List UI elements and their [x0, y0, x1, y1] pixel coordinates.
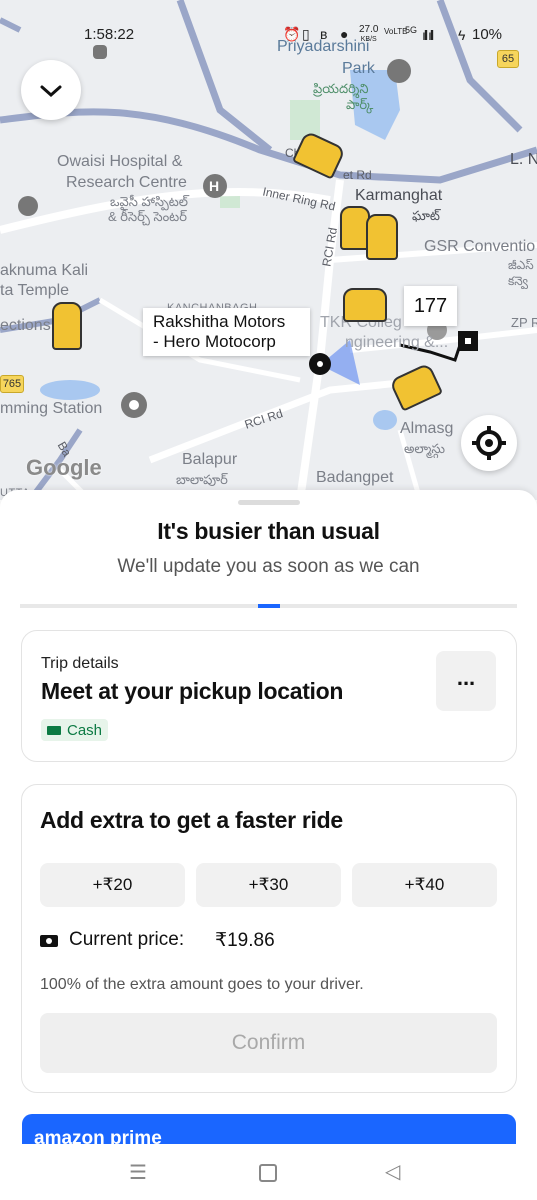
map-label-owaisi: Owaisi Hospital &: [57, 153, 183, 170]
app-notification-icon: [93, 45, 107, 59]
trip-status-sheet: It's busier than usual We'll update you …: [0, 490, 537, 1200]
payment-method: Cash: [67, 721, 103, 739]
back-icon[interactable]: ◁: [385, 1159, 400, 1184]
auto-rickshaw-icon: [343, 288, 387, 322]
net-speed-value: 27.0: [359, 24, 379, 35]
battery-percent: 10%: [472, 26, 503, 43]
map-label-kali: aknuma Kali: [0, 262, 89, 279]
map-label-owaisi-te2: & రీసెర్చ్ సెంటర్: [108, 209, 187, 224]
tooltip-line-1: Rakshitha Motors: [153, 312, 286, 331]
volte-indicator: VoLTE: [384, 27, 408, 36]
map-label-almasg-te: అల్మాస్గు: [404, 441, 445, 456]
auto-rickshaw-icon: [52, 302, 82, 350]
confirm-button[interactable]: Confirm: [40, 1013, 497, 1073]
map-label-zp: ZP R: [511, 315, 537, 330]
map-label-badangpet: Badangpet: [316, 469, 394, 486]
map-label-gsr: GSR Conventio: [424, 238, 536, 255]
map-label-sections: ections: [0, 317, 51, 334]
charging-icon: ϟ: [458, 27, 466, 43]
map-label-park: Park: [342, 60, 375, 77]
signal-strength-icon: ıll ıll: [422, 27, 434, 43]
menu-icon[interactable]: ☰: [129, 1160, 147, 1185]
map-label-park-te2: పార్క్: [346, 97, 374, 112]
search-progress-bar: [20, 604, 517, 608]
map-label-balapur: Balapur: [182, 451, 238, 468]
current-price-label: Current price:: [69, 929, 185, 950]
svg-text:H: H: [209, 178, 219, 194]
extra-fare-note: 100% of the extra amount goes to your dr…: [40, 976, 364, 993]
extra-fare-card: Add extra to get a faster ride +₹20 +₹30…: [21, 784, 517, 1093]
extra-40-button[interactable]: +₹40: [352, 863, 497, 907]
map-label-karmanghat-te: ఘాట్: [412, 208, 440, 223]
pickup-heading: Meet at your pickup location: [41, 678, 344, 704]
map-label-temple: ta Temple: [0, 282, 70, 299]
current-price-value: ₹19.86: [215, 930, 275, 951]
search-progress-indicator: [258, 604, 280, 608]
map-label-tkr-2: ngineering &...: [345, 334, 449, 351]
map-label-owaisi-2: Research Centre: [66, 174, 187, 191]
chevron-down-icon: [40, 85, 62, 98]
crosshair-icon: [472, 426, 506, 460]
auto-rickshaw-icon: [366, 214, 398, 260]
sheet-subtitle: We'll update you as soon as we can: [117, 556, 420, 577]
recenter-button[interactable]: [461, 415, 517, 471]
signal-type: 5G: [405, 25, 418, 35]
status-time: 1:58:22: [84, 26, 135, 43]
route-number-badge: 177: [404, 286, 457, 326]
cash-icon: [40, 935, 58, 947]
trip-details-card: Trip details Meet at your pickup locatio…: [21, 630, 517, 762]
map-label-gsr-te2: కన్వె: [508, 274, 529, 288]
extra-fare-heading: Add extra to get a faster ride: [40, 807, 343, 833]
location-icon: ●: [340, 26, 349, 42]
payment-badge[interactable]: Cash: [41, 719, 109, 741]
tooltip-line-2: - Hero Motocorp: [153, 332, 276, 351]
vibrate-icon: ▯: [302, 26, 310, 42]
net-speed-unit: KB/S: [360, 36, 377, 43]
extra-20-button[interactable]: +₹20: [40, 863, 185, 907]
home-button[interactable]: [259, 1164, 277, 1182]
net-speed: 27.0 KB/S: [359, 25, 378, 45]
map-label-almasg: Almasg: [400, 420, 454, 437]
google-logo: Google: [26, 455, 102, 480]
map-label-swimming: mming Station: [0, 400, 103, 417]
drag-handle[interactable]: [238, 500, 300, 505]
alarm-icon: ⏰: [283, 26, 301, 42]
map-label-balapur-te: బాలాపూర్: [176, 472, 228, 487]
map-tooltip: Rakshitha Motors - Hero Motocorp: [143, 308, 310, 356]
extra-30-button[interactable]: +₹30: [196, 863, 341, 907]
highway-shield-765: 765: [0, 375, 24, 393]
bluetooth-icon: ʙ: [320, 26, 328, 42]
more-options-button[interactable]: ...: [436, 651, 496, 711]
cash-icon: [47, 725, 61, 735]
map-view[interactable]: H Priyadarshini Park ప్రియదర్శిని పార్క్…: [0, 0, 537, 500]
map-label-karmanghat: Karmanghat: [355, 187, 443, 204]
collapse-button[interactable]: [21, 60, 81, 120]
trip-details-label: Trip details: [41, 655, 119, 672]
highway-shield-65: 65: [497, 50, 519, 68]
map-road-et: et Rd: [343, 168, 372, 182]
map-label-ln: L. N: [510, 151, 537, 168]
sheet-title: It's busier than usual: [157, 518, 380, 544]
